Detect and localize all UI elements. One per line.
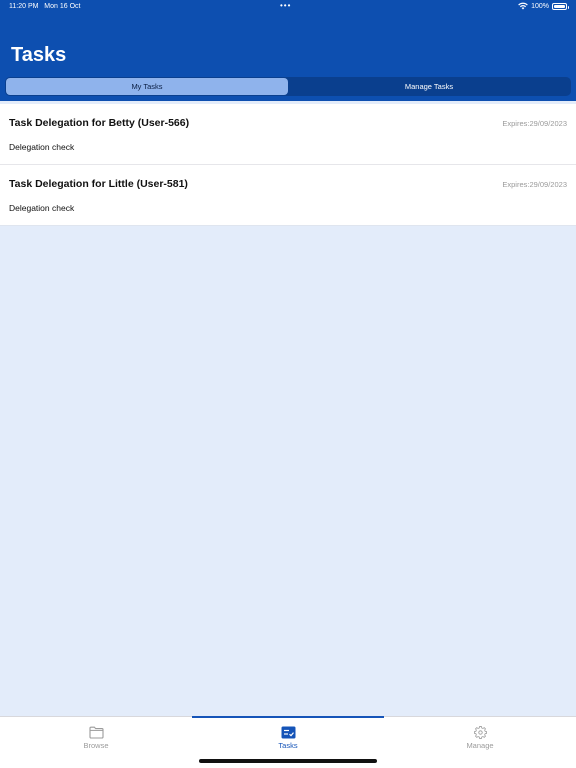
task-list-item[interactable]: Task Delegation for Little (User-581) Ex… <box>0 165 576 226</box>
multitask-dots[interactable]: ••• <box>280 1 291 10</box>
task-expiry: Expires:29/09/2023 <box>502 119 567 128</box>
tab-browse-label: Browse <box>83 741 109 750</box>
tab-manage[interactable]: Manage <box>384 717 576 768</box>
segment-my-tasks[interactable]: My Tasks <box>6 78 288 95</box>
folder-icon <box>88 726 104 739</box>
home-indicator <box>199 759 377 763</box>
header: 11:20 PM Mon 16 Oct ••• 100% Tasks My Ta… <box>0 0 576 101</box>
tasks-icon <box>281 726 295 739</box>
status-right: 100% <box>518 2 569 10</box>
task-description: Delegation check <box>9 142 75 152</box>
segmented-control: My Tasks Manage Tasks <box>5 77 571 96</box>
status-time: 11:20 PM Mon 16 Oct <box>9 3 81 10</box>
tab-browse[interactable]: Browse <box>0 717 192 768</box>
tab-tasks-label: Tasks <box>278 741 298 750</box>
task-list-item[interactable]: Task Delegation for Betty (User-566) Exp… <box>0 104 576 165</box>
tab-manage-label: Manage <box>466 741 494 750</box>
battery-percent: 100% <box>531 2 549 10</box>
task-expiry: Expires:29/09/2023 <box>502 180 567 189</box>
task-title: Task Delegation for Betty (User-566) <box>9 117 190 129</box>
task-list: Task Delegation for Betty (User-566) Exp… <box>0 104 576 226</box>
task-description: Delegation check <box>9 203 75 213</box>
gear-icon <box>473 726 487 739</box>
wifi-icon <box>518 2 528 10</box>
segment-manage-tasks[interactable]: Manage Tasks <box>288 78 570 95</box>
page-title: Tasks <box>11 44 67 66</box>
task-title: Task Delegation for Little (User-581) <box>9 178 188 190</box>
status-bar: 11:20 PM Mon 16 Oct ••• 100% <box>0 0 576 14</box>
battery-icon <box>552 2 569 10</box>
